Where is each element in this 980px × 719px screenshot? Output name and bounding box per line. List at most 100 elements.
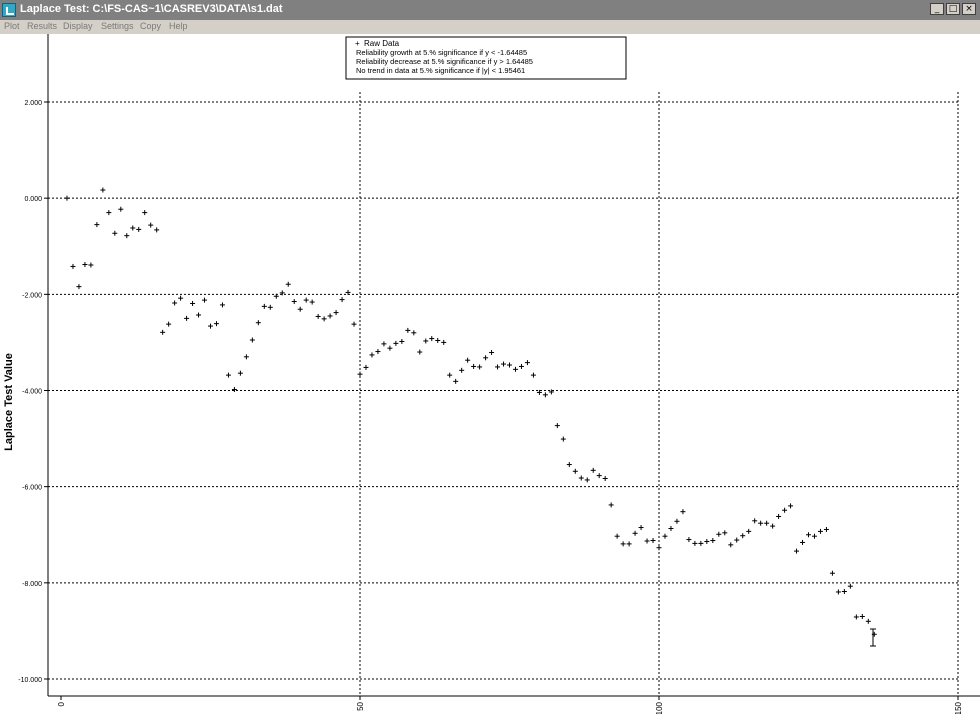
data-point bbox=[752, 518, 758, 524]
data-point bbox=[423, 338, 429, 344]
data-point bbox=[806, 532, 811, 538]
data-points bbox=[64, 187, 877, 637]
data-point bbox=[447, 372, 453, 378]
data-point bbox=[393, 340, 399, 346]
data-point bbox=[417, 349, 423, 355]
data-point bbox=[668, 525, 674, 531]
data-point bbox=[154, 227, 160, 233]
data-point bbox=[106, 210, 112, 216]
data-point bbox=[303, 297, 309, 303]
data-point bbox=[249, 337, 255, 343]
data-point bbox=[202, 297, 208, 303]
minimize-button[interactable]: _ bbox=[930, 3, 944, 15]
data-point bbox=[112, 230, 118, 236]
menu-help[interactable]: Help bbox=[169, 21, 188, 31]
maximize-button[interactable]: □ bbox=[946, 3, 960, 15]
data-point bbox=[507, 362, 512, 368]
data-point bbox=[518, 363, 524, 369]
data-point bbox=[190, 300, 196, 306]
data-point bbox=[459, 367, 465, 373]
data-point bbox=[674, 518, 680, 524]
x-tick-label: 150 bbox=[954, 701, 963, 714]
menu-settings[interactable]: Settings bbox=[101, 21, 134, 31]
data-point bbox=[704, 538, 710, 544]
data-point bbox=[339, 297, 345, 303]
data-point bbox=[405, 327, 411, 333]
data-point bbox=[530, 372, 536, 378]
data-point bbox=[524, 360, 530, 366]
data-point bbox=[602, 475, 608, 481]
data-point bbox=[315, 313, 321, 319]
data-point bbox=[608, 502, 614, 508]
data-point bbox=[794, 548, 800, 554]
data-point bbox=[614, 533, 620, 539]
data-point bbox=[823, 526, 829, 532]
x-tick-label: 50 bbox=[356, 701, 365, 710]
data-point bbox=[148, 222, 154, 228]
data-point bbox=[130, 225, 136, 231]
data-point bbox=[94, 222, 100, 228]
legend-raw-data: Raw Data bbox=[364, 39, 400, 48]
data-point bbox=[734, 537, 740, 543]
data-point bbox=[716, 531, 722, 537]
legend-decrease: Reliability decrease at 5.% significance… bbox=[356, 57, 533, 66]
data-point bbox=[255, 320, 261, 326]
close-button[interactable]: × bbox=[962, 3, 976, 15]
data-point bbox=[267, 304, 273, 310]
data-point bbox=[590, 467, 596, 473]
legend-no-trend: No trend in data at 5.% significance if … bbox=[356, 66, 525, 75]
data-point bbox=[178, 295, 184, 301]
y-tick-label: 0.000 bbox=[24, 196, 42, 203]
title-bar[interactable]: Laplace Test: C:\FS-CAS~1\CASREV3\DATA\s… bbox=[0, 0, 980, 20]
menu-results[interactable]: Results bbox=[27, 21, 57, 31]
data-point bbox=[219, 302, 225, 308]
data-point bbox=[172, 300, 178, 306]
data-point bbox=[853, 614, 859, 620]
data-point bbox=[620, 541, 626, 547]
data-point bbox=[243, 354, 249, 360]
data-point bbox=[740, 533, 746, 539]
legend-marker-raw-data: + bbox=[355, 39, 360, 48]
data-point bbox=[554, 423, 560, 429]
data-point bbox=[453, 378, 459, 384]
data-point bbox=[829, 570, 835, 576]
y-tick-label: -4.000 bbox=[22, 389, 42, 396]
data-point bbox=[291, 299, 297, 305]
data-point bbox=[88, 262, 94, 268]
data-point bbox=[847, 583, 853, 589]
data-point bbox=[770, 523, 776, 529]
data-point bbox=[596, 473, 602, 479]
data-point bbox=[208, 323, 213, 329]
data-point bbox=[656, 545, 662, 551]
data-point bbox=[375, 349, 381, 355]
data-point bbox=[776, 513, 782, 519]
data-point bbox=[196, 312, 202, 318]
data-point bbox=[817, 528, 823, 534]
data-point bbox=[560, 436, 566, 442]
data-point bbox=[285, 281, 291, 287]
data-point bbox=[357, 371, 363, 377]
data-point bbox=[100, 187, 106, 193]
data-point bbox=[142, 210, 148, 216]
data-point bbox=[841, 588, 847, 594]
data-point bbox=[166, 321, 172, 327]
data-point bbox=[429, 336, 435, 342]
x-tick-label: 0 bbox=[57, 701, 66, 706]
data-point bbox=[369, 352, 375, 358]
data-point bbox=[662, 533, 668, 539]
data-point bbox=[351, 321, 357, 327]
data-point bbox=[76, 284, 82, 290]
data-point bbox=[489, 350, 495, 356]
data-point bbox=[865, 618, 871, 624]
data-point bbox=[495, 364, 501, 370]
data-point bbox=[70, 263, 76, 269]
menu-copy[interactable]: Copy bbox=[140, 21, 161, 31]
data-point bbox=[572, 468, 578, 474]
menu-plot[interactable]: Plot bbox=[4, 21, 20, 31]
axis-ticks: 2.000 0.000 -2.000 -4.000 -6.000 -8.000 -10.00… bbox=[18, 100, 963, 715]
app-icon[interactable] bbox=[2, 3, 16, 17]
menu-display[interactable]: Display bbox=[63, 21, 93, 31]
y-tick-label: -6.000 bbox=[22, 485, 42, 492]
data-point bbox=[465, 357, 471, 363]
data-point bbox=[160, 329, 166, 335]
